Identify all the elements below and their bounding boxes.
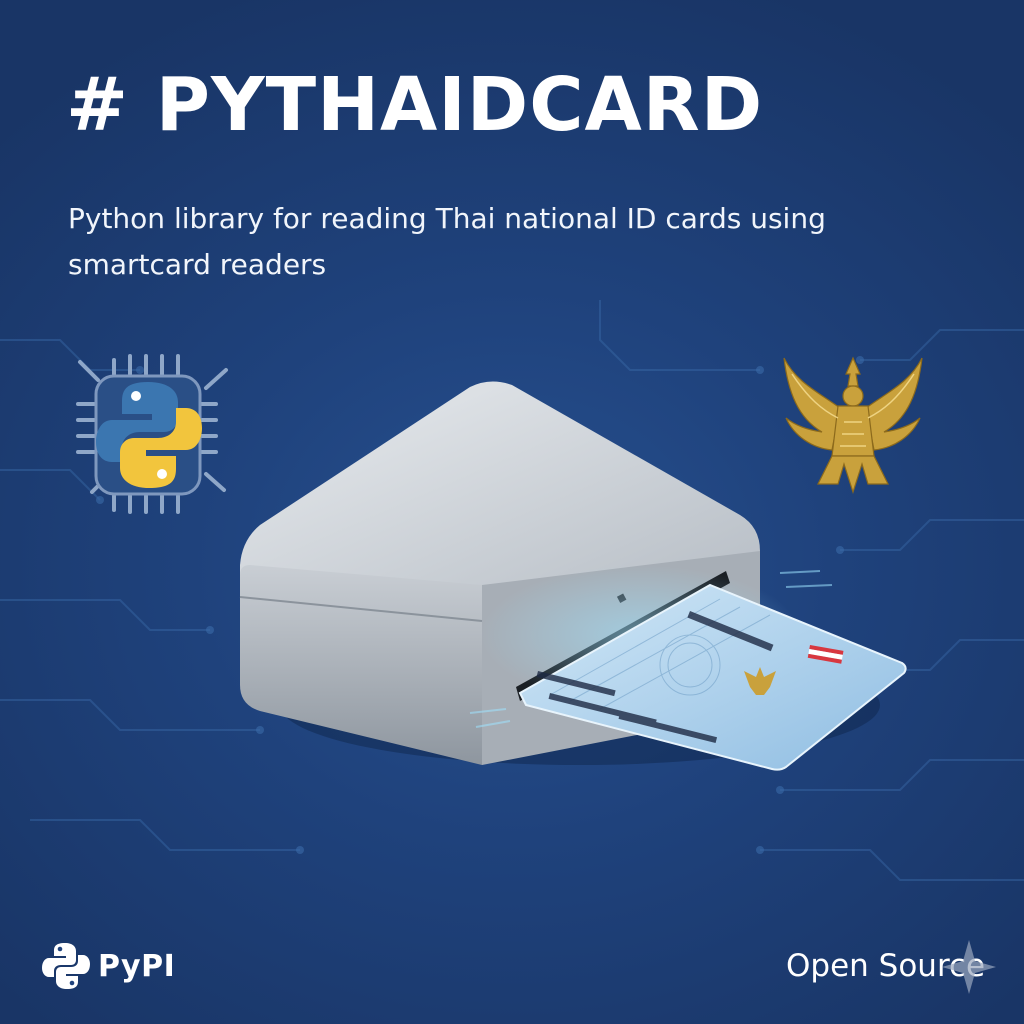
- python-chip-icon: [76, 354, 228, 514]
- pypi-logo-icon: [42, 943, 90, 989]
- page-title: # PYTHAIDCARD: [66, 62, 764, 148]
- pypi-label: PyPI: [98, 949, 176, 984]
- sparkle-icon: [942, 940, 996, 994]
- card-reader-icon: [239, 381, 907, 771]
- poster: # PYTHAIDCARD Python library for reading…: [0, 0, 1024, 1024]
- page-subtitle: Python library for reading Thai national…: [68, 202, 826, 281]
